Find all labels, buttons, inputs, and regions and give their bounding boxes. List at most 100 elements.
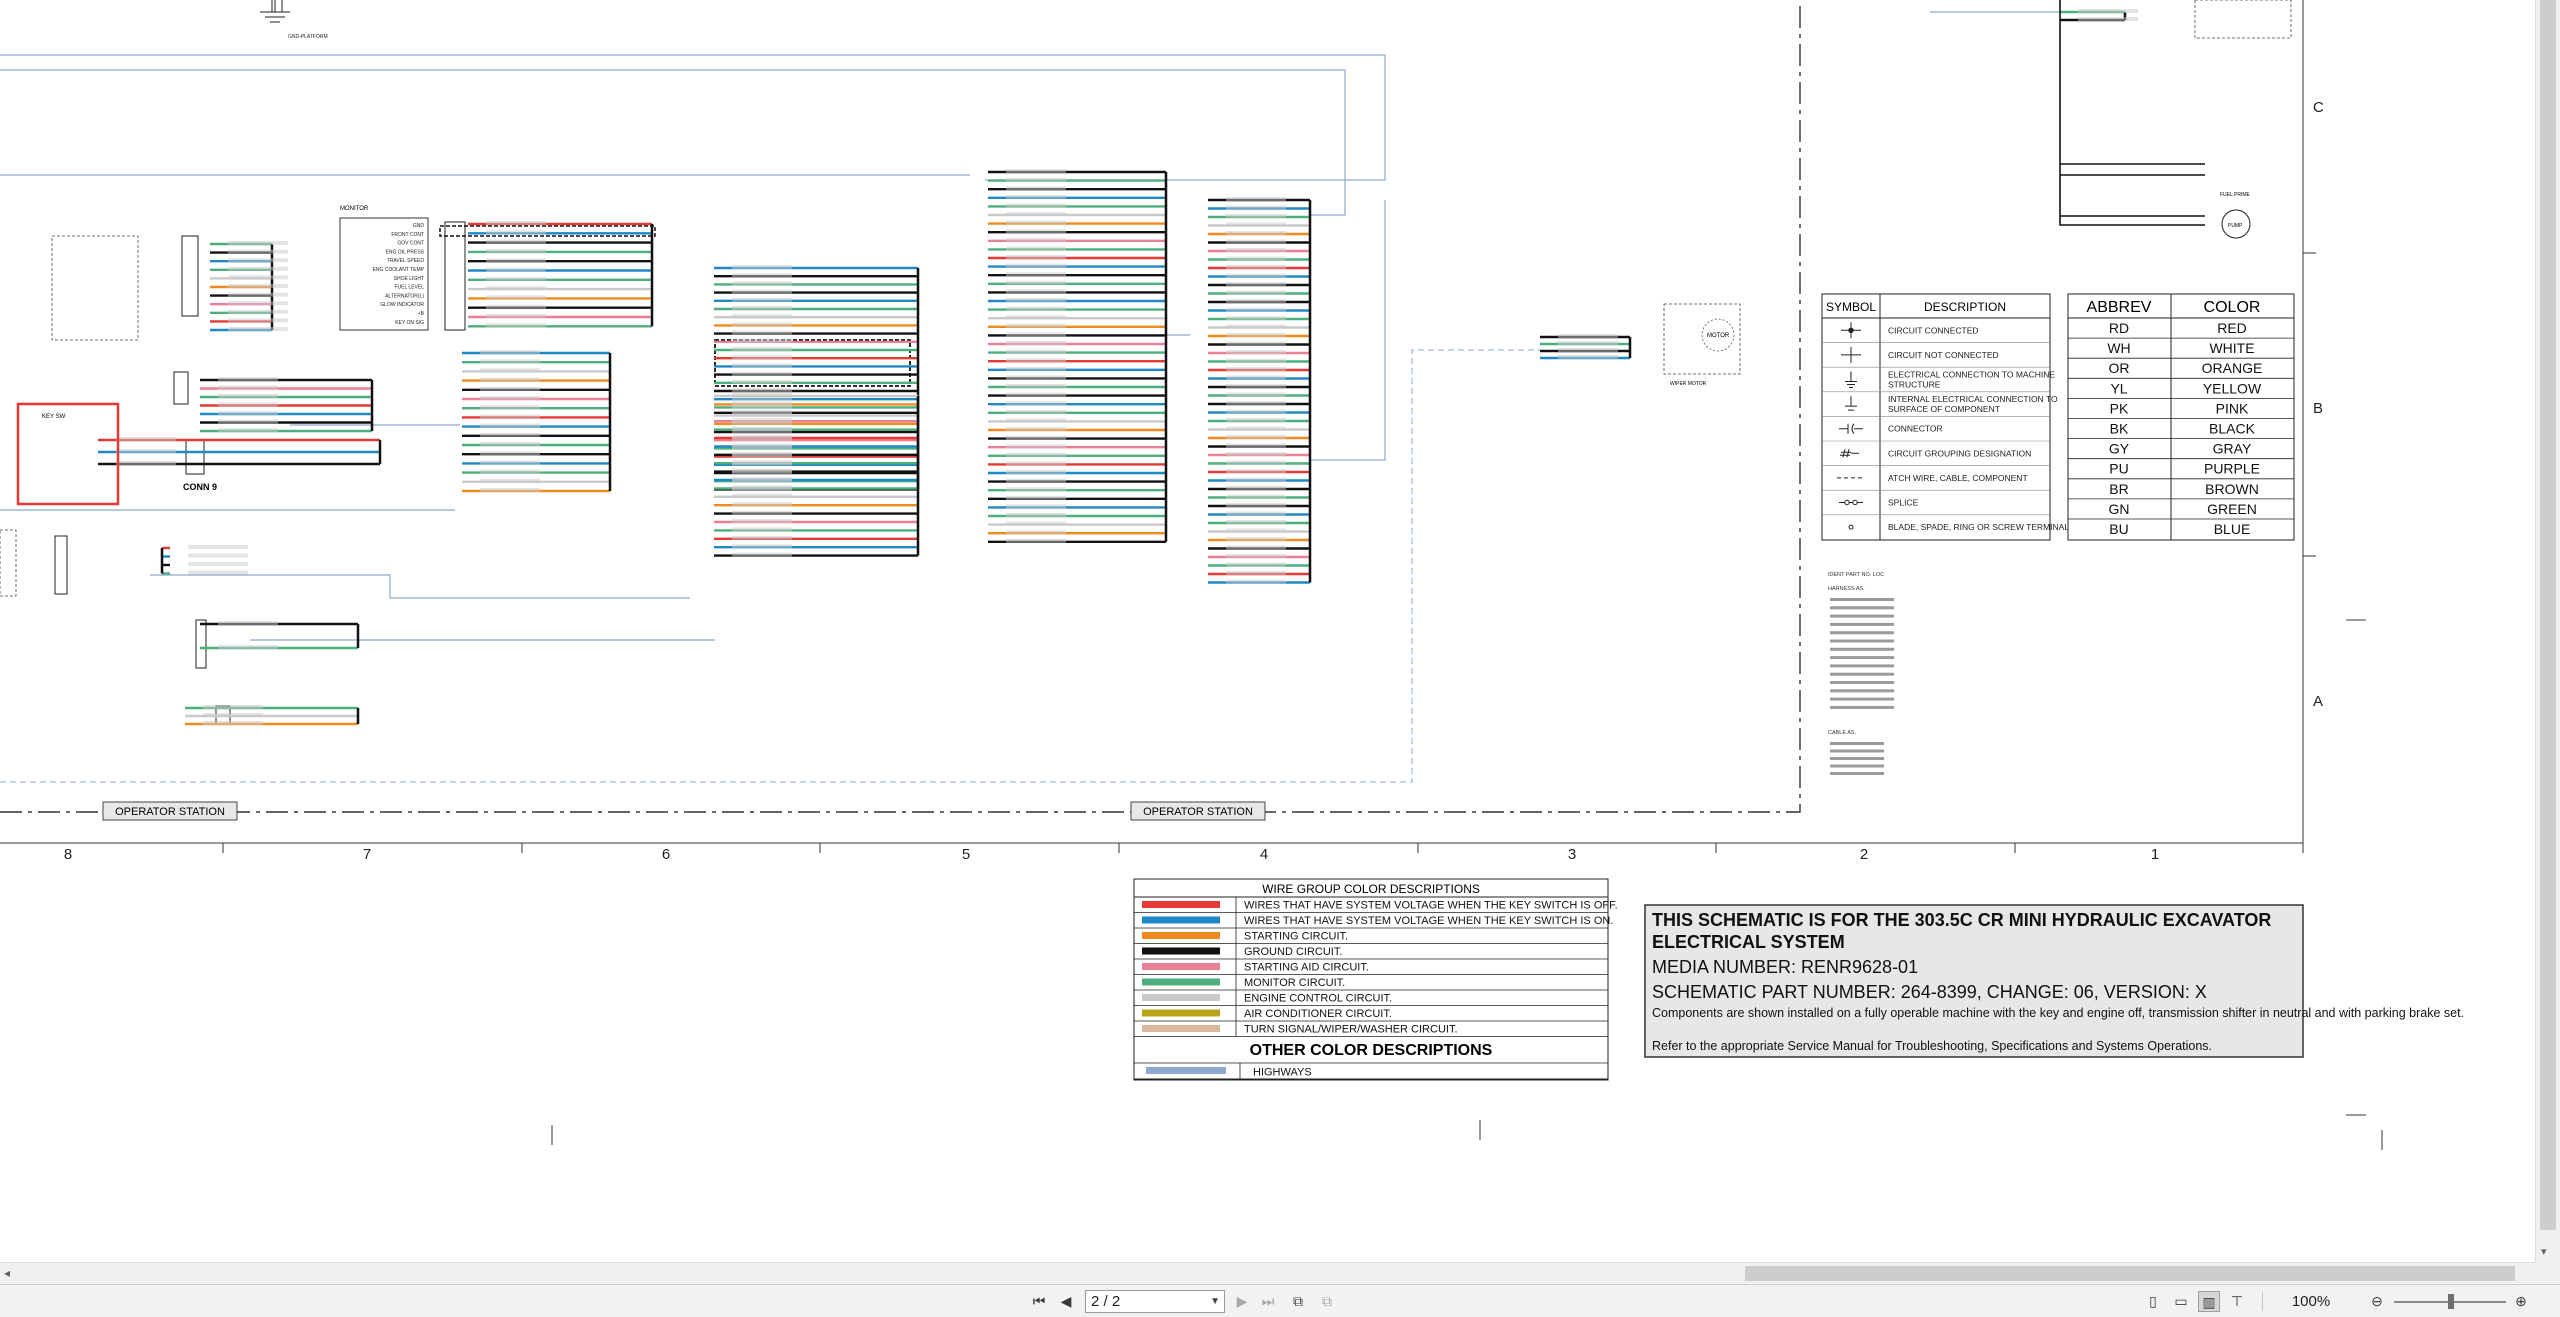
fit-page-icon[interactable]: ⧉	[1287, 1291, 1309, 1312]
harness-subtitle: HARNESS AS.	[1828, 586, 1865, 592]
symbol-description: CIRCUIT NOT CONNECTED	[1888, 350, 1999, 360]
continuous-view-icon[interactable]: ▭	[2170, 1291, 2192, 1312]
wire-legend-label: AIR CONDITIONER CIRCUIT.	[1244, 1008, 1392, 1020]
horizontal-scrollbar[interactable]: ◂	[0, 1262, 2535, 1284]
last-page-icon[interactable]: ⏭	[1257, 1291, 1279, 1312]
color-header: COLOR	[2204, 299, 2261, 316]
column-label: 7	[363, 846, 371, 863]
abbrev-cell: PK	[2110, 400, 2129, 416]
zoom-level[interactable]: 100%	[2287, 1291, 2335, 1312]
connector-block	[185, 439, 205, 475]
note-refer: Refer to the appropriate Service Manual …	[1652, 1039, 2212, 1053]
page-number-value: 2 / 2	[1091, 1293, 1121, 1310]
abbrev-cell: YL	[2110, 380, 2127, 396]
color-cell: ORANGE	[2202, 360, 2263, 376]
wire-color-swatch	[1142, 978, 1220, 986]
abbrev-cell: GN	[2109, 501, 2130, 517]
gnd-platform-icon: GND-PLATFORM	[260, 0, 328, 40]
row-label-a: A	[2313, 693, 2323, 710]
color-cell: BLACK	[2209, 421, 2256, 437]
wire-legend-label: WIRES THAT HAVE SYSTEM VOLTAGE WHEN THE …	[1244, 915, 1613, 927]
monitor-label: MONITOR	[340, 206, 369, 212]
split-view-icon[interactable]: ⊤	[2226, 1291, 2248, 1312]
abbrev-table: ABBREV COLOR RD RED WH WHITE OR ORANGE YL YELLO…	[2067, 293, 2295, 541]
other-legend-title: OTHER COLOR DESCRIPTIONS	[1250, 1042, 1493, 1059]
symbol-description: CIRCUIT CONNECTED	[1888, 325, 1979, 335]
wire-color-swatch	[1142, 901, 1220, 908]
connector-block	[173, 371, 189, 405]
title-line1: THIS SCHEMATIC IS FOR THE 303.5C CR MINI…	[1652, 910, 2271, 930]
column-label: 3	[1568, 846, 1576, 863]
fuel-pump-label: FUEL PRIME	[2220, 192, 2250, 198]
monitor-pin-label: GOV CONT	[397, 241, 424, 247]
symbol-description: CONNECTOR	[1888, 424, 1943, 434]
abbrev-cell: GY	[2109, 441, 2130, 457]
rotate-page-icon[interactable]: ⧉	[1316, 1291, 1338, 1312]
first-page-icon[interactable]: ⏮	[1028, 1291, 1050, 1312]
wire-legend-label: WIRES THAT HAVE SYSTEM VOLTAGE WHEN THE …	[1244, 900, 1618, 912]
color-cell: PURPLE	[2204, 461, 2260, 477]
monitor-pin-label: GLOW INDICATOR	[380, 302, 424, 308]
zoom-in-icon[interactable]: ⊕	[2510, 1291, 2532, 1312]
grid-ruler: 8 7 6 5 4 3 2 1	[0, 842, 2304, 863]
title-line2: ELECTRICAL SYSTEM	[1652, 932, 1845, 952]
wire-legend-title: WIRE GROUP COLOR DESCRIPTIONS	[1262, 882, 1480, 896]
symbol-header: SYMBOL	[1826, 300, 1876, 314]
horizontal-scroll-thumb[interactable]	[1745, 1266, 2515, 1281]
connector-block	[54, 535, 68, 595]
symbol-description: ATCH WIRE, CABLE, COMPONENT	[1888, 473, 2028, 483]
wire-color-swatch	[1142, 963, 1220, 970]
abbrev-cell: BK	[2110, 421, 2129, 437]
color-cell: GRAY	[2213, 441, 2252, 457]
two-page-view-icon[interactable]: ▥	[2198, 1291, 2220, 1312]
next-page-icon[interactable]: ▶	[1231, 1291, 1253, 1312]
scroll-down-icon[interactable]: ▾	[2541, 1245, 2547, 1258]
column-label: 1	[2151, 846, 2159, 863]
column-label: 8	[64, 846, 72, 863]
key-switch-label: KEY SW	[42, 414, 66, 420]
svg-text:GND-PLATFORM: GND-PLATFORM	[288, 34, 328, 40]
conn9-label: CONN 9	[183, 482, 217, 492]
wiper-motor-component: MOTOR WIPER MOTOR	[1670, 318, 1735, 387]
scroll-left-icon[interactable]: ◂	[4, 1266, 10, 1280]
document-viewport[interactable]: GND FRONT CONT GOV CONT ENG OIL PRESS TRAVEL…	[0, 0, 2535, 1262]
note-components: Components are shown installed on a full…	[1652, 1006, 2464, 1020]
color-cell: RED	[2217, 320, 2247, 336]
vertical-scroll-thumb[interactable]	[2540, 0, 2556, 1230]
wire-color-swatch	[1142, 1009, 1220, 1017]
monitor-pin-label: KEY ON SIG	[395, 320, 424, 326]
other-legend-label: HIGHWAYS	[1253, 1067, 1312, 1079]
previous-page-icon[interactable]: ◀	[1055, 1291, 1077, 1312]
harness-list: IDENT PART NO. LOC HARNESS AS. CABLE AS.	[1828, 572, 1894, 775]
color-cell: PINK	[2216, 400, 2249, 416]
symbol-description: CIRCUIT GROUPING DESIGNATION	[1888, 448, 2031, 458]
description-header: DESCRIPTION	[1924, 300, 2006, 314]
wire-legend-label: GROUND CIRCUIT.	[1244, 946, 1342, 958]
single-page-view-icon[interactable]: ▯	[2142, 1291, 2164, 1312]
chevron-down-icon[interactable]: ▼	[1210, 1291, 1220, 1312]
fuel-pump-component: PUMP FUEL PRIME	[2220, 192, 2251, 239]
connector-block	[444, 221, 466, 331]
station-label-right: OPERATOR STATION	[1143, 806, 1253, 818]
wire-legend-label: STARTING AID CIRCUIT.	[1244, 962, 1369, 974]
abbrev-cell: WH	[2107, 340, 2130, 356]
title-block: THIS SCHEMATIC IS FOR THE 303.5C CR MINI…	[1644, 904, 2464, 1058]
zoom-slider-thumb[interactable]	[2448, 1294, 2454, 1309]
monitor-pin-label: ALTERNATOR(L)	[385, 293, 424, 299]
schematic-part-number: SCHEMATIC PART NUMBER: 264-8399, CHANGE:…	[1652, 982, 2207, 1002]
grid-rows: C B A	[2313, 99, 2324, 710]
monitor-pin-label: ENG OIL PRESS	[386, 249, 425, 255]
vertical-scrollbar[interactable]: ▾	[2535, 0, 2560, 1262]
color-cell: BROWN	[2205, 481, 2259, 497]
wire-color-swatch	[1142, 932, 1220, 939]
row-label-b: B	[2313, 400, 2323, 417]
symbol-description: SPLICE	[1888, 498, 1919, 508]
column-label: 4	[1260, 846, 1268, 863]
zoom-out-icon[interactable]: ⊖	[2366, 1291, 2388, 1312]
monitor-pin-label: FRONT CONT	[391, 232, 424, 238]
svg-text:PUMP: PUMP	[2228, 223, 2243, 229]
svg-text:MOTOR: MOTOR	[1707, 333, 1730, 339]
monitor-pin-label: SHOE LIGHT	[394, 276, 424, 282]
harness-title: IDENT PART NO. LOC	[1828, 572, 1884, 578]
page-number-select[interactable]: 2 / 2 ▼	[1085, 1290, 1225, 1313]
